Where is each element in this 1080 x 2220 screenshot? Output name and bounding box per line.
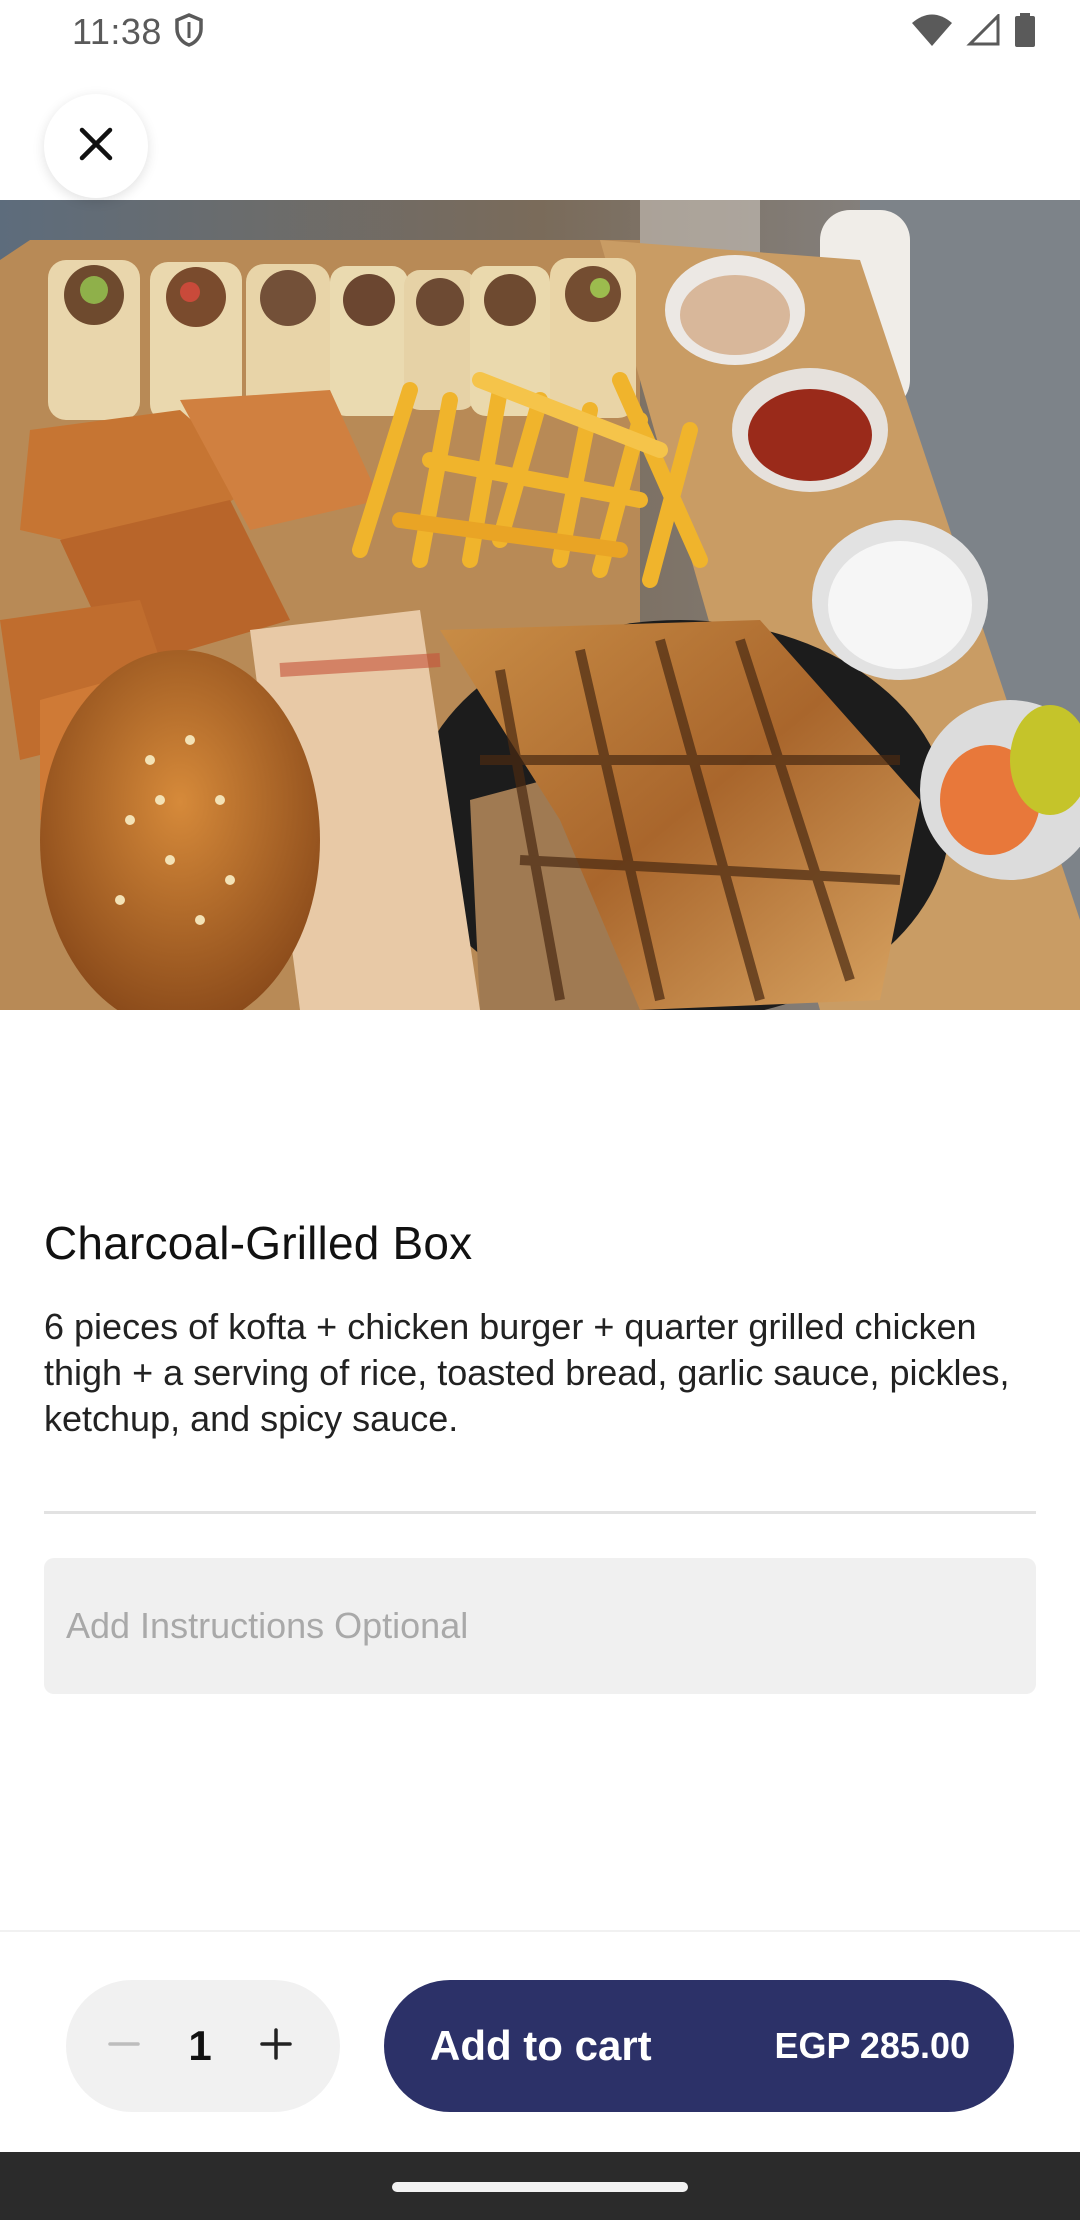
product-image (0, 200, 1080, 1010)
close-icon (78, 126, 114, 167)
increase-quantity-button[interactable] (248, 2018, 304, 2074)
status-left: 11:38 (72, 11, 204, 53)
product-detail-screen: 11:38 Charcoal-Grilled Box 6 pieces of k… (0, 0, 1080, 2220)
instructions-input[interactable] (44, 1558, 1036, 1694)
add-to-cart-label: Add to cart (430, 2022, 652, 2069)
add-to-cart-button[interactable]: Add to cart EGP 285.00 (384, 1980, 1014, 2112)
wifi-icon (912, 14, 952, 51)
divider (44, 1511, 1036, 1514)
status-right (912, 11, 1036, 52)
status-time: 11:38 (72, 11, 162, 52)
quantity-value: 1 (188, 2022, 212, 2069)
quantity-stepper: 1 (66, 1980, 340, 2112)
product-description: 6 pieces of kofta + chicken burger + qua… (44, 1306, 1010, 1439)
close-button[interactable] (44, 94, 148, 198)
shield-icon (174, 12, 204, 52)
battery-icon (1014, 12, 1036, 52)
minus-icon (108, 2028, 140, 2065)
signal-icon (966, 11, 1000, 51)
decrease-quantity-button[interactable] (96, 2018, 152, 2074)
home-indicator[interactable] (392, 2182, 688, 2192)
price-label: EGP 285.00 (774, 2025, 971, 2066)
plus-icon (260, 2027, 292, 2065)
food-photo-illustration (0, 200, 1080, 1010)
product-title: Charcoal-Grilled Box (44, 1217, 473, 1269)
navigation-bar (0, 2152, 1080, 2220)
status-bar: 11:38 (0, 0, 1080, 64)
bottom-action-bar: 1 Add to cart EGP 285.00 (0, 1930, 1080, 2152)
